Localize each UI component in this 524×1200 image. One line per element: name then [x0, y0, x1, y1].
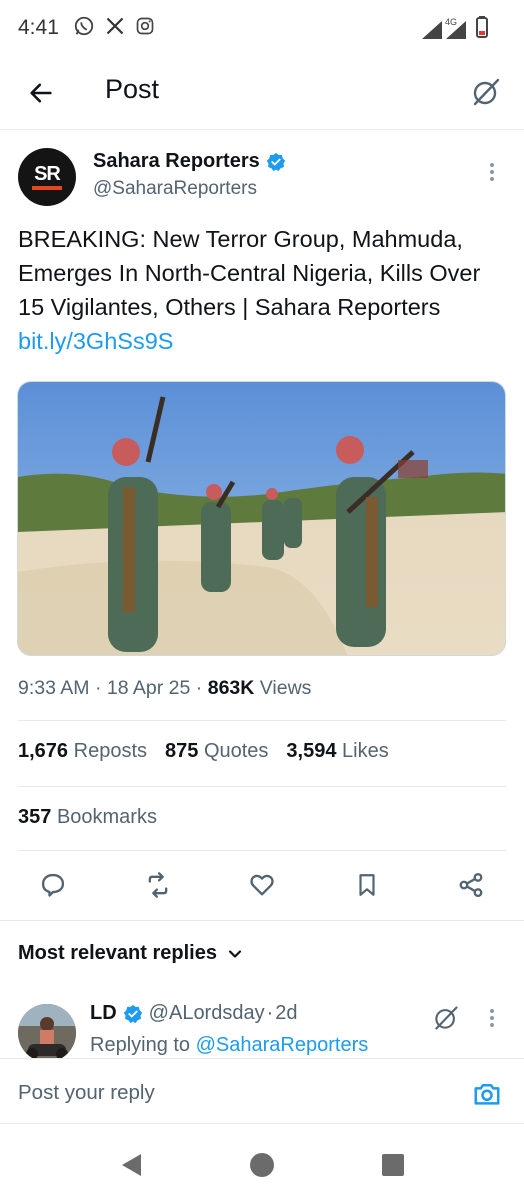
- x-logo-icon: [105, 16, 125, 41]
- views-count: 863K: [207, 677, 255, 699]
- divider: [18, 720, 506, 721]
- replying-to: Replying to @SaharaReporters: [90, 1034, 368, 1057]
- bookmarks-count: 357: [18, 806, 52, 828]
- post-time: 9:33 AM: [18, 677, 90, 699]
- bookmarks-stat: 357 Bookmarks: [18, 806, 157, 829]
- like-icon: [250, 874, 274, 896]
- verified-badge-icon: [123, 1004, 142, 1023]
- more-icon: [490, 1009, 494, 1027]
- back-arrow-icon: [30, 83, 52, 103]
- network-type: 4G: [445, 16, 458, 27]
- reply-button[interactable]: [37, 869, 69, 901]
- nav-back-icon: [122, 1154, 141, 1176]
- post-image[interactable]: [17, 381, 506, 656]
- reposts-stat[interactable]: 1,676 Reposts: [18, 740, 147, 763]
- reply-composer: [0, 1058, 524, 1124]
- reposts-count: 1,676: [18, 740, 69, 762]
- divider: [0, 920, 524, 921]
- nav-home-button[interactable]: [249, 1152, 275, 1178]
- post-actions: [0, 865, 524, 907]
- nav-recents-button[interactable]: [380, 1152, 406, 1178]
- replying-to-handle[interactable]: @SaharaReporters: [196, 1034, 369, 1056]
- status-bar: 4:41 4G: [0, 0, 524, 56]
- author-name-text: Sahara Reporters: [93, 150, 260, 172]
- repost-icon: [148, 872, 168, 898]
- system-status: 4G: [422, 16, 488, 43]
- replies-sort-dropdown[interactable]: Most relevant replies: [18, 942, 243, 965]
- battery-icon: [476, 16, 488, 43]
- reply-age: 2d: [275, 1002, 298, 1024]
- quotes-stat[interactable]: 875 Quotes: [165, 740, 268, 763]
- reply-author-name[interactable]: LD: [90, 1002, 117, 1025]
- share-icon: [459, 872, 483, 898]
- avatar-logo-text: SR: [34, 163, 61, 185]
- likes-count: 3,594: [286, 740, 337, 762]
- post-text: BREAKING: New Terror Group, Mahmuda, Eme…: [18, 222, 504, 358]
- verified-badge-icon: [266, 152, 285, 171]
- post-stats: 1,676 Reposts 875 Quotes 3,594 Likes: [18, 740, 389, 763]
- bookmark-icon: [359, 874, 375, 896]
- post-link[interactable]: bit.ly/3GhSs9S: [18, 328, 173, 354]
- reply-grok-button[interactable]: [432, 1004, 460, 1032]
- nav-home-icon: [250, 1153, 274, 1177]
- top-bar: Post: [0, 58, 524, 130]
- notification-icons: [73, 15, 155, 42]
- likes-label: Likes: [342, 740, 389, 762]
- post-date: 18 Apr 25: [106, 677, 191, 699]
- likes-stat[interactable]: 3,594 Likes: [286, 740, 388, 763]
- more-icon: [490, 163, 494, 181]
- repost-button[interactable]: [142, 869, 174, 901]
- author-name[interactable]: Sahara Reporters: [93, 150, 286, 173]
- post-meta: 9:33 AM · 18 Apr 25 · 863K Views: [18, 677, 312, 699]
- chevron-down-icon: [228, 949, 242, 958]
- grok-icon: [473, 78, 500, 106]
- reply-author-handle[interactable]: @ALordsday: [149, 1002, 265, 1025]
- reply-separator: ·: [266, 1002, 274, 1024]
- bookmarks-label: Bookmarks: [56, 806, 157, 828]
- reply-more-button[interactable]: [482, 1006, 502, 1030]
- post-author: SR Sahara Reporters @SaharaReporters: [18, 146, 508, 210]
- share-button[interactable]: [455, 869, 487, 901]
- instagram-icon: [135, 16, 155, 41]
- system-nav-bar: [0, 1124, 524, 1200]
- reply-input[interactable]: [18, 1081, 438, 1105]
- divider: [18, 850, 506, 851]
- camera-button[interactable]: [472, 1079, 502, 1109]
- reply-item[interactable]: LD @ALordsday · 2d Replying to @SaharaRepo…: [18, 998, 508, 1060]
- avatar[interactable]: SR: [18, 148, 76, 206]
- replies-sort-label: Most relevant replies: [18, 942, 217, 964]
- reposts-label: Reposts: [73, 740, 147, 762]
- like-button[interactable]: [246, 869, 278, 901]
- bookmark-button[interactable]: [351, 869, 383, 901]
- grok-icon: [435, 1006, 458, 1030]
- quotes-label: Quotes: [203, 740, 269, 762]
- whatsapp-icon: [73, 15, 95, 42]
- signal-icon: 4G: [422, 16, 470, 41]
- avatar-logo-bar: [32, 186, 62, 190]
- back-button[interactable]: [24, 76, 58, 110]
- nav-back-button[interactable]: [118, 1152, 144, 1178]
- views-label: Views: [259, 677, 312, 699]
- camera-icon: [474, 1084, 500, 1105]
- reply-author: LD @ALordsday · 2d: [90, 1002, 298, 1025]
- nav-recents-icon: [382, 1154, 404, 1176]
- post-body: BREAKING: New Terror Group, Mahmuda, Eme…: [18, 226, 481, 320]
- reply-avatar[interactable]: [18, 1004, 76, 1060]
- divider: [18, 786, 506, 787]
- quotes-count: 875: [165, 740, 199, 762]
- replying-prefix: Replying to: [90, 1034, 196, 1056]
- status-time: 4:41: [18, 16, 59, 39]
- author-handle[interactable]: @SaharaReporters: [93, 178, 257, 200]
- page-title: Post: [105, 74, 160, 104]
- grok-button[interactable]: [468, 74, 504, 110]
- post-more-button[interactable]: [482, 160, 502, 184]
- reply-icon: [41, 873, 65, 897]
